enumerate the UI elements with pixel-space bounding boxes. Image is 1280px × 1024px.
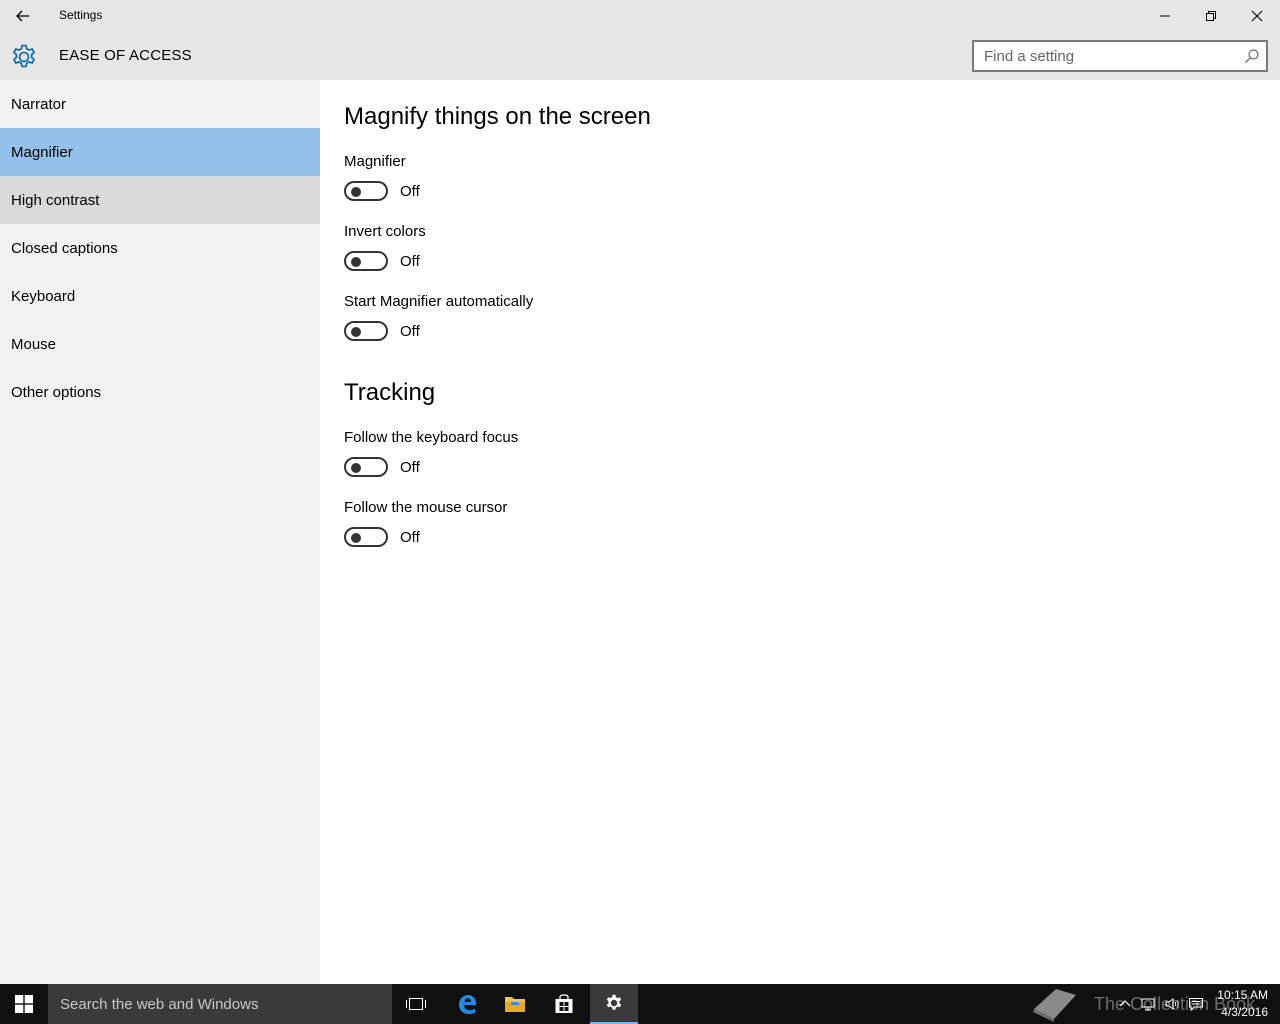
toggle-knob [351, 187, 361, 197]
minimize-icon [1160, 15, 1170, 17]
clock-time: 10:15 AM [1217, 988, 1268, 1002]
edge-button[interactable] [443, 984, 491, 1024]
section-title-tracking: Tracking [344, 379, 436, 406]
toggle-state-label: Off [400, 528, 420, 546]
sidebar-item-other-options[interactable]: Other options [0, 368, 320, 416]
start-magnifier-toggle[interactable] [344, 321, 388, 341]
main-content: Magnify things on the screen Magnifier O… [320, 80, 1280, 984]
close-button[interactable] [1234, 0, 1280, 32]
setting-label-invert-colors: Invert colors [344, 223, 426, 240]
magnifier-toggle[interactable] [344, 181, 388, 201]
toggle-state-label: Off [400, 458, 420, 476]
book-icon [1033, 989, 1076, 1022]
settings-search-box[interactable] [972, 40, 1268, 72]
chevron-up-icon[interactable] [1118, 997, 1132, 1011]
sidebar-item-label: Mouse [11, 335, 57, 353]
volume-icon[interactable] [1164, 996, 1180, 1012]
sidebar-item-narrator[interactable]: Narrator [0, 80, 320, 128]
toggle-knob [351, 257, 361, 267]
toggle-state-label: Off [400, 252, 420, 270]
store-button[interactable] [540, 984, 588, 1024]
settings-app-button[interactable] [590, 984, 638, 1024]
edge-icon [459, 995, 476, 1014]
start-button[interactable] [0, 984, 48, 1024]
invert-colors-toggle[interactable] [344, 251, 388, 271]
invert-colors-toggle-row[interactable]: Off [344, 250, 420, 272]
page-header: EASE OF ACCESS [0, 32, 1280, 80]
toggle-state-label: Off [400, 322, 420, 340]
sidebar-item-label: Closed captions [11, 239, 118, 257]
start-magnifier-toggle-row[interactable]: Off [344, 320, 420, 342]
sidebar-item-mouse[interactable]: Mouse [0, 320, 320, 368]
taskbar-clock[interactable]: 10:15 AM 4/3/2016 [1206, 987, 1268, 1021]
toggle-knob [351, 463, 361, 473]
clock-date: 4/3/2016 [1221, 1005, 1268, 1019]
sidebar-item-high-contrast[interactable]: High contrast [0, 176, 320, 224]
magnifier-toggle-row[interactable]: Off [344, 180, 420, 202]
restore-icon [1206, 11, 1216, 21]
taskbar: Search the web and Windows The Collectio… [0, 984, 1280, 1024]
mouse-cursor-toggle[interactable] [344, 527, 388, 547]
action-center-icon[interactable] [1188, 996, 1204, 1012]
task-view-icon [406, 998, 426, 1010]
sidebar-item-label: Keyboard [11, 287, 76, 305]
back-arrow-icon [16, 10, 29, 22]
sidebar-item-label: Magnifier [11, 143, 73, 161]
setting-label-keyboard-focus: Follow the keyboard focus [344, 429, 519, 446]
section-title-magnify: Magnify things on the screen [344, 103, 651, 130]
back-button[interactable] [0, 0, 46, 32]
setting-label-mouse-cursor: Follow the mouse cursor [344, 499, 508, 516]
sidebar-item-label: High contrast [11, 191, 100, 209]
setting-label-magnifier: Magnifier [344, 153, 406, 170]
window-title: Settings [59, 8, 103, 22]
settings-icon [606, 994, 622, 1010]
search-icon[interactable] [1244, 48, 1260, 64]
keyboard-focus-toggle[interactable] [344, 457, 388, 477]
sidebar-item-label: Narrator [11, 95, 67, 113]
sidebar-item-keyboard[interactable]: Keyboard [0, 272, 320, 320]
toggle-knob [351, 533, 361, 543]
setting-label-start-magnifier: Start Magnifier automatically [344, 293, 534, 310]
search-input[interactable] [974, 42, 1236, 70]
windows-logo-icon [15, 995, 33, 1013]
page-title: EASE OF ACCESS [59, 47, 192, 64]
taskbar-search-placeholder: Search the web and Windows [60, 995, 259, 1013]
task-view-button[interactable] [392, 984, 440, 1024]
minimize-button[interactable] [1142, 0, 1188, 32]
taskbar-search-box[interactable]: Search the web and Windows [48, 984, 392, 1024]
sidebar-item-closed-captions[interactable]: Closed captions [0, 224, 320, 272]
network-icon[interactable] [1140, 996, 1156, 1012]
system-tray [1118, 984, 1204, 1024]
mouse-cursor-toggle-row[interactable]: Off [344, 526, 420, 548]
sidebar-item-label: Other options [11, 383, 102, 401]
title-bar: Settings [0, 0, 1280, 32]
restore-button[interactable] [1188, 0, 1234, 32]
toggle-state-label: Off [400, 182, 420, 200]
sidebar-nav: Narrator Magnifier High contrast Closed … [0, 80, 320, 984]
file-explorer-icon [505, 997, 525, 1012]
toggle-knob [351, 327, 361, 337]
sidebar-item-magnifier[interactable]: Magnifier [0, 128, 320, 176]
file-explorer-button[interactable] [491, 984, 539, 1024]
keyboard-focus-toggle-row[interactable]: Off [344, 456, 420, 478]
close-icon [1251, 10, 1263, 22]
store-icon [555, 994, 573, 1013]
gear-icon [12, 44, 36, 68]
